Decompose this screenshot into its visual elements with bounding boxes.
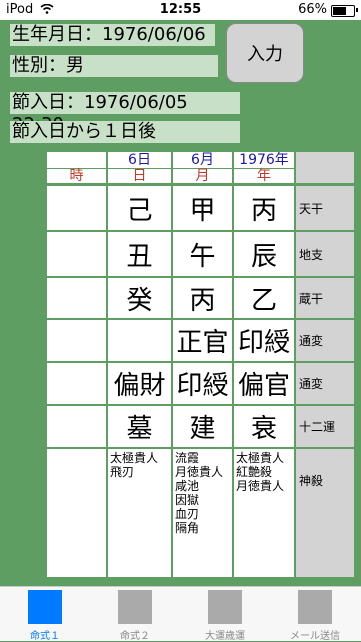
cell-day-tenkan: 己: [108, 186, 171, 230]
cell-day-tsuhen1: [108, 320, 171, 361]
header-blank: [47, 152, 106, 168]
row-label-chishi: 地支: [296, 232, 354, 276]
label-column-spacer: [296, 511, 354, 577]
header-year-num: 1976年: [234, 152, 294, 168]
header-label-spacer: [296, 152, 354, 183]
tab-meishiki1-icon: [28, 590, 62, 624]
cell-year-tsuhen1: 印綬: [234, 320, 294, 361]
tab-meishiki2[interactable]: 命式２: [90, 587, 180, 642]
birth-date-field: 生年月日：1976/06/06: [10, 24, 215, 46]
tab-taiun[interactable]: 大運歳運: [180, 587, 270, 642]
tab-mail[interactable]: メール送信: [270, 587, 360, 642]
cell-day-zoukan: 癸: [108, 278, 171, 318]
header-month-num: 6月: [173, 152, 232, 168]
cell-hour-tsuhen2: [47, 363, 106, 404]
header-day-num: 6日: [108, 152, 171, 168]
gender-field: 性別：男: [10, 55, 218, 77]
cell-day-junun: 墓: [108, 406, 171, 447]
header-hour: 時: [47, 169, 106, 183]
cell-month-chishi: 午: [173, 232, 232, 276]
cell-month-tsuhen1: 正官: [173, 320, 232, 361]
header-day: 日: [108, 169, 171, 183]
cell-year-chishi: 辰: [234, 232, 294, 276]
battery-tip: [356, 8, 358, 12]
cell-year-zoukan: 乙: [234, 278, 294, 318]
tab-bar: 命式１ 命式２ 大運歳運 メール送信: [0, 586, 361, 642]
cell-day-shinsatsu: 太極貴人 飛刃: [108, 449, 171, 577]
cell-hour-shinsatsu: [47, 449, 106, 577]
cell-month-shinsatsu: 流霞 月徳貴人 咸池 因獄 血刃 隔角: [173, 449, 232, 577]
tab-mail-icon: [298, 590, 332, 624]
cell-month-junun: 建: [173, 406, 232, 447]
tab-meishiki2-icon: [118, 590, 152, 624]
header-year: 年: [234, 169, 294, 183]
cell-year-shinsatsu: 太極貴人 紅艶殺 月徳貴人: [234, 449, 294, 577]
row-label-tenkan: 天干: [296, 186, 354, 230]
input-button[interactable]: 入力: [226, 23, 304, 83]
row-label-zoukan: 蔵干: [296, 278, 354, 318]
cell-hour-tsuhen1: [47, 320, 106, 361]
battery-percent: 66%: [298, 2, 327, 17]
row-label-tsuhen2: 通変: [296, 363, 354, 404]
row-label-tsuhen1: 通変: [296, 320, 354, 361]
battery-icon: [331, 5, 355, 17]
cell-year-tsuhen2: 偏官: [234, 363, 294, 404]
cell-year-tenkan: 丙: [234, 186, 294, 230]
cell-year-junun: 衰: [234, 406, 294, 447]
setsuiri-date-field: 節入日：1976/06/05 22:30: [10, 92, 240, 135]
cell-hour-tenkan: [47, 186, 106, 230]
cell-hour-junun: [47, 406, 106, 447]
cell-month-tenkan: 甲: [173, 186, 232, 230]
cell-month-zoukan: 丙: [173, 278, 232, 318]
setsuiri-after-field: 節入日から１日後: [10, 121, 240, 143]
row-label-junun: 十二運: [296, 406, 354, 447]
tab-taiun-icon: [208, 590, 242, 624]
cell-hour-chishi: [47, 232, 106, 276]
battery-fill: [333, 7, 347, 15]
tab-meishiki1[interactable]: 命式１: [0, 587, 90, 642]
header-month: 月: [173, 169, 232, 183]
status-bar: iPod 12:55 66%: [0, 0, 361, 20]
cell-day-chishi: 丑: [108, 232, 171, 276]
row-label-shinsatsu: 神殺: [296, 449, 354, 511]
cell-month-tsuhen2: 印綬: [173, 363, 232, 404]
cell-day-tsuhen2: 偏財: [108, 363, 171, 404]
cell-hour-zoukan: [47, 278, 106, 318]
